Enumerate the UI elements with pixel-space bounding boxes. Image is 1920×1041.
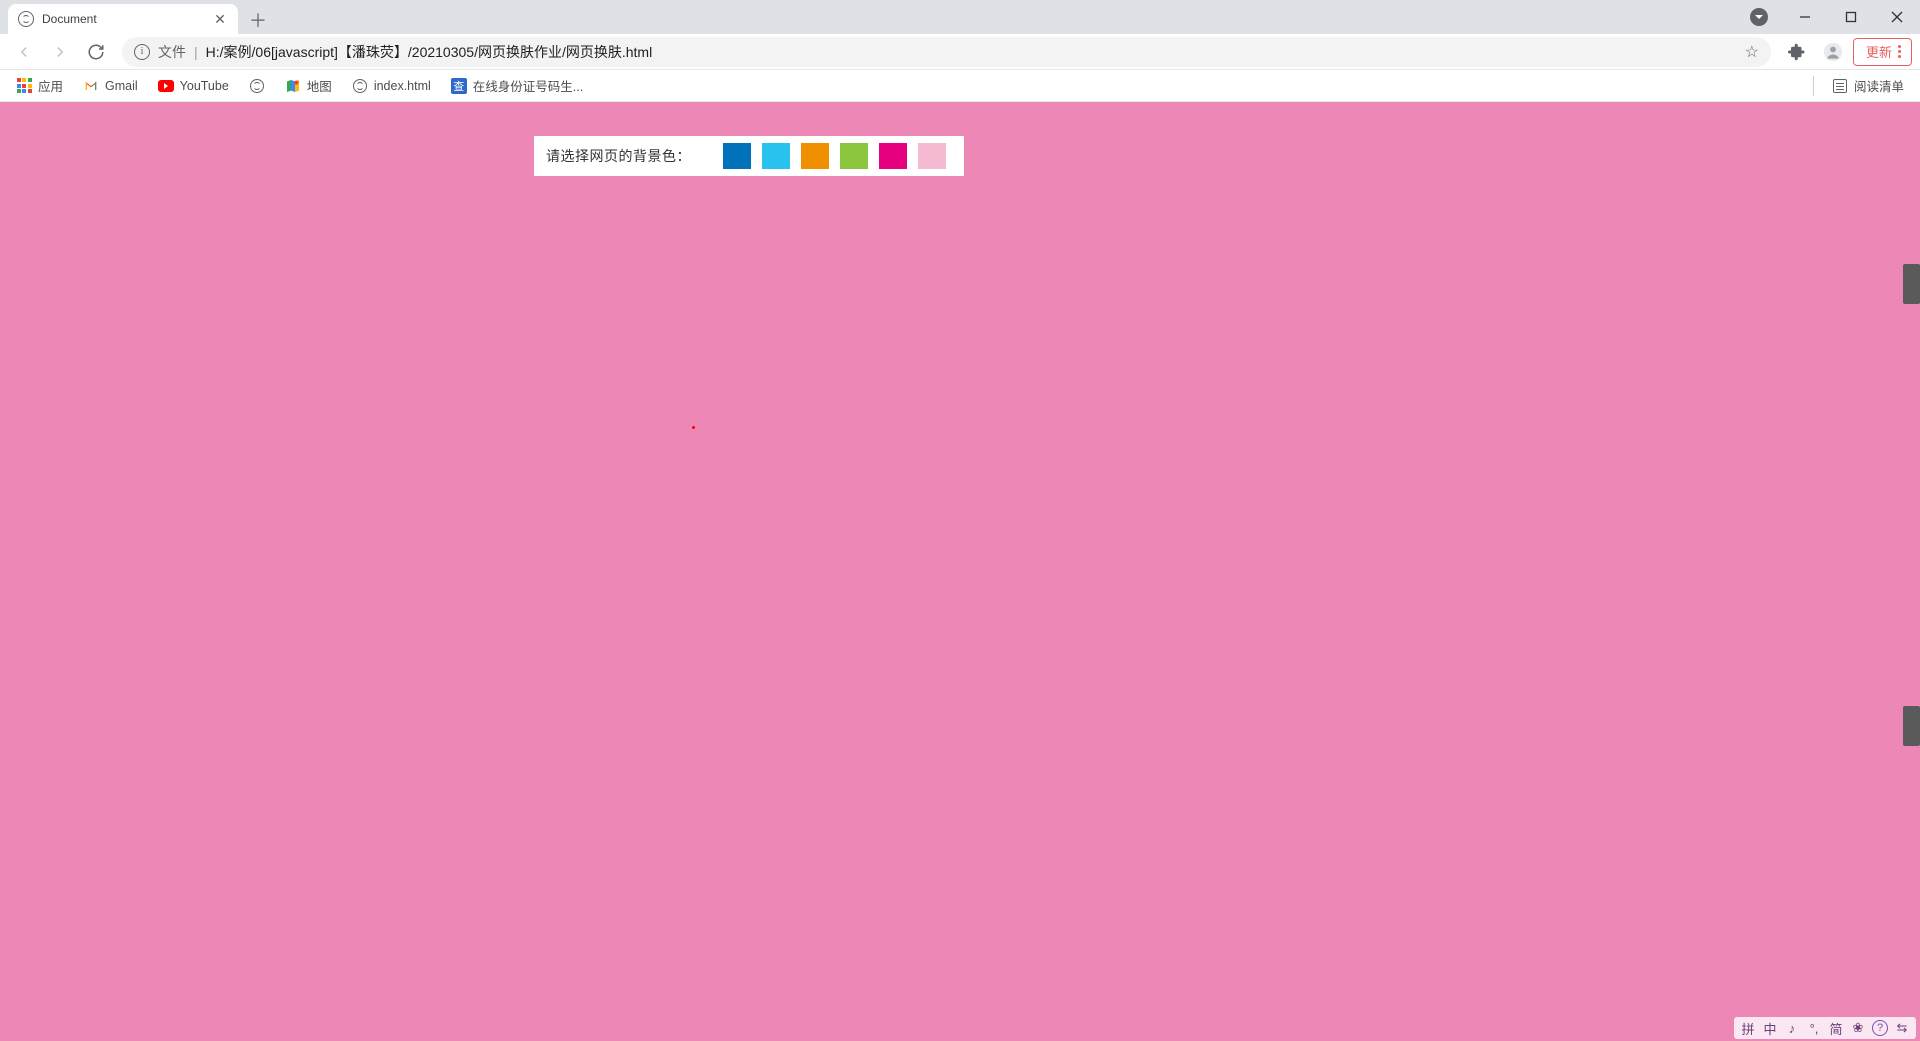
ime-item[interactable]: 简 bbox=[1828, 1019, 1844, 1037]
bookmark-label: 在线身份证号码生... bbox=[473, 76, 583, 95]
update-label: 更新 bbox=[1866, 42, 1892, 61]
kebab-icon bbox=[1898, 45, 1901, 58]
ime-item[interactable]: ♪ bbox=[1784, 1019, 1800, 1037]
bookmark-youtube[interactable]: YouTube bbox=[150, 74, 237, 98]
profile-button[interactable] bbox=[1817, 36, 1849, 68]
swatch-orange[interactable] bbox=[801, 143, 829, 169]
close-tab-button[interactable]: ✕ bbox=[212, 11, 228, 27]
browser-tab-strip: Document ✕ ＋ bbox=[0, 0, 1920, 34]
swatch-lightpink[interactable] bbox=[918, 143, 946, 169]
ime-item[interactable]: 中 bbox=[1762, 1019, 1778, 1037]
reading-list-button[interactable]: 阅读清单 bbox=[1824, 72, 1912, 99]
ime-item[interactable]: ❀ bbox=[1850, 1019, 1866, 1037]
apps-icon bbox=[16, 78, 32, 94]
bookmark-maps[interactable]: 地图 bbox=[277, 72, 340, 99]
site-info-icon[interactable]: i bbox=[134, 44, 150, 60]
swatch-row bbox=[723, 143, 946, 169]
bookmark-blank1[interactable] bbox=[241, 74, 273, 98]
swatch-green[interactable] bbox=[840, 143, 868, 169]
ime-menu-icon[interactable]: ⇆ bbox=[1894, 1019, 1910, 1037]
bookmark-label: Gmail bbox=[105, 79, 138, 93]
tab-title: Document bbox=[42, 12, 204, 26]
gmail-icon bbox=[83, 78, 99, 94]
browser-tab[interactable]: Document ✕ bbox=[8, 4, 238, 34]
ime-help-icon[interactable]: ? bbox=[1872, 1020, 1888, 1036]
maps-icon bbox=[285, 78, 301, 94]
extensions-button[interactable] bbox=[1781, 36, 1813, 68]
reading-list-icon bbox=[1832, 78, 1848, 94]
bookmark-gmail[interactable]: Gmail bbox=[75, 74, 146, 98]
minimize-button[interactable] bbox=[1782, 2, 1828, 32]
incognito-indicator[interactable] bbox=[1736, 2, 1782, 32]
bookmark-index[interactable]: index.html bbox=[344, 74, 439, 98]
address-bar[interactable]: i 文件 | H:/案例/06[javascript]【潘珠荧】/2021030… bbox=[122, 37, 1771, 67]
color-picker-panel: 请选择网页的背景色： bbox=[534, 136, 964, 176]
reload-button[interactable] bbox=[80, 36, 112, 68]
bookmarks-bar: 应用 Gmail YouTube 地图 index.html 查 在线身份证号码… bbox=[0, 70, 1920, 102]
ime-toolbar[interactable]: 拼 中 ♪ °, 简 ❀ ? ⇆ bbox=[1734, 1017, 1916, 1039]
forward-button[interactable] bbox=[44, 36, 76, 68]
swatch-blue[interactable] bbox=[723, 143, 751, 169]
new-tab-button[interactable]: ＋ bbox=[244, 6, 272, 34]
ime-item[interactable]: 拼 bbox=[1740, 1019, 1756, 1037]
page-body: 请选择网页的背景色： bbox=[0, 102, 1920, 1041]
cursor-dot bbox=[692, 426, 695, 429]
bookmark-label: index.html bbox=[374, 79, 431, 93]
bookmark-label: 应用 bbox=[38, 76, 63, 95]
bookmark-label: YouTube bbox=[180, 79, 229, 93]
bookmark-star-icon[interactable]: ☆ bbox=[1745, 42, 1759, 62]
close-window-button[interactable] bbox=[1874, 2, 1920, 32]
page-viewport: 请选择网页的背景色： bbox=[0, 102, 1920, 1041]
window-controls bbox=[1736, 0, 1920, 34]
maximize-button[interactable] bbox=[1828, 2, 1874, 32]
scrollbar-thumb[interactable] bbox=[1903, 264, 1920, 304]
bookmark-label: 阅读清单 bbox=[1854, 76, 1904, 95]
back-button[interactable] bbox=[8, 36, 40, 68]
color-picker-label: 请选择网页的背景色： bbox=[546, 146, 691, 166]
swatch-sky[interactable] bbox=[762, 143, 790, 169]
separator bbox=[1813, 76, 1814, 96]
bookmark-idgen[interactable]: 查 在线身份证号码生... bbox=[443, 72, 591, 99]
url-path: H:/案例/06[javascript]【潘珠荧】/20210305/网页换肤作… bbox=[206, 42, 1737, 62]
globe-icon bbox=[352, 78, 368, 94]
bookmark-label: 地图 bbox=[307, 76, 332, 95]
globe-icon bbox=[249, 78, 265, 94]
ime-item[interactable]: °, bbox=[1806, 1019, 1822, 1037]
scrollbar-thumb[interactable] bbox=[1903, 706, 1920, 746]
youtube-icon bbox=[158, 78, 174, 94]
cha-icon: 查 bbox=[451, 78, 467, 94]
update-button[interactable]: 更新 bbox=[1853, 38, 1912, 66]
browser-toolbar: i 文件 | H:/案例/06[javascript]【潘珠荧】/2021030… bbox=[0, 34, 1920, 70]
globe-icon bbox=[18, 11, 34, 27]
bookmark-apps[interactable]: 应用 bbox=[8, 72, 71, 99]
url-divider: | bbox=[194, 44, 198, 60]
url-scheme-label: 文件 bbox=[158, 42, 186, 62]
swatch-magenta[interactable] bbox=[879, 143, 907, 169]
